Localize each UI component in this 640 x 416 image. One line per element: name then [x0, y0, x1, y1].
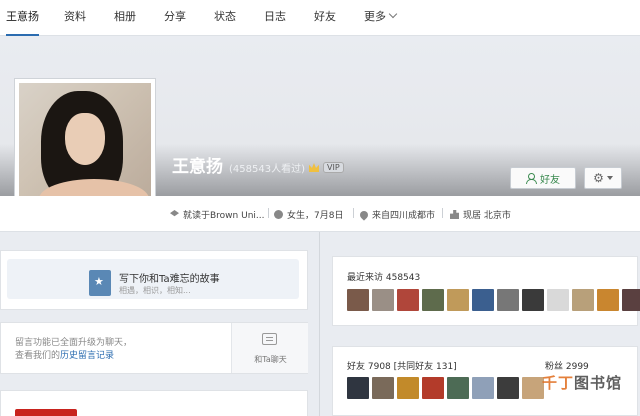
story-card: 写下你和Ta难忘的故事 相遇，相识，相知...: [0, 250, 308, 310]
visitor-avatar[interactable]: [522, 289, 544, 311]
message-history-line: 查看我们的历史留言记录: [15, 348, 114, 361]
nav-tab-more[interactable]: 更多: [364, 0, 398, 36]
message-card: 留言功能已全面升级为聊天， 查看我们的历史留言记录 和Ta聊天: [0, 322, 308, 374]
visitor-avatar[interactable]: [397, 289, 419, 311]
feed-thumbnail[interactable]: [15, 409, 77, 416]
recent-visitors-title[interactable]: 最近来访 458543: [347, 270, 420, 283]
info-school: 就读于Brown Uni...: [170, 208, 264, 221]
graduation-cap-icon: [170, 210, 179, 217]
feed-card: [0, 390, 308, 416]
friend-avatar[interactable]: [372, 377, 394, 399]
friend-button-label: 好友: [540, 174, 560, 186]
friend-avatar[interactable]: [397, 377, 419, 399]
info-school-text: 就读于Brown Uni...: [183, 211, 265, 221]
profile-name: 王意扬: [172, 157, 223, 177]
visitor-avatar[interactable]: [472, 289, 494, 311]
profile-info-bar: 就读于Brown Uni... 女生，7月8日 来自四川成都市 现居 北京市: [0, 196, 640, 232]
recent-visitors-list: [347, 289, 640, 311]
location-pin-icon: [358, 208, 370, 221]
building-icon: [450, 210, 459, 219]
friend-button[interactable]: 好友: [510, 167, 576, 189]
visitor-avatar[interactable]: [622, 289, 640, 311]
friend-avatar[interactable]: [422, 377, 444, 399]
story-title: 写下你和Ta难忘的故事: [119, 274, 220, 285]
chat-button[interactable]: 和Ta聊天: [231, 323, 308, 373]
info-current-city: 现居 北京市: [450, 208, 511, 221]
nav-tab-share[interactable]: 分享: [164, 0, 186, 36]
person-icon: [526, 173, 537, 184]
chat-icon: [262, 333, 277, 345]
visitor-avatar[interactable]: [447, 289, 469, 311]
info-hometown-text: 来自四川成都市: [372, 211, 436, 221]
visitor-avatar[interactable]: [572, 289, 594, 311]
profile-name-row: 王意扬 (458543人看过) VIP: [172, 152, 344, 177]
visitor-avatar[interactable]: [497, 289, 519, 311]
visitor-avatar[interactable]: [597, 289, 619, 311]
nav-tab-albums[interactable]: 相册: [114, 0, 136, 36]
chevron-down-icon: [388, 9, 398, 19]
caret-down-icon: [606, 176, 613, 180]
message-history-link[interactable]: 历史留言记录: [60, 351, 114, 361]
story-book-icon: [89, 270, 111, 296]
friends-list: [347, 377, 544, 399]
top-nav: 王意扬 资料 相册 分享 状态 日志 好友 更多: [0, 0, 640, 36]
nav-tab-status[interactable]: 状态: [214, 0, 236, 36]
visitor-avatar[interactable]: [422, 289, 444, 311]
friends-title[interactable]: 好友 7908 [共同好友 131]: [347, 359, 457, 372]
crown-icon: [308, 163, 319, 172]
info-hometown: 来自四川成都市: [358, 208, 436, 221]
timeline-divider: [319, 232, 320, 416]
info-gender-birthday: 女生，7月8日: [274, 208, 343, 221]
gear-icon: ⚙: [593, 171, 604, 185]
nav-tab-profile[interactable]: 资料: [64, 0, 86, 36]
friend-avatar[interactable]: [497, 377, 519, 399]
fans-title[interactable]: 粉丝 2999: [545, 359, 589, 372]
story-prompt[interactable]: 写下你和Ta难忘的故事 相遇，相识，相知...: [7, 259, 299, 299]
info-gender-text: 女生，7月8日: [287, 211, 344, 221]
visitor-avatar[interactable]: [347, 289, 369, 311]
visitor-avatar[interactable]: [547, 289, 569, 311]
visitor-avatar[interactable]: [372, 289, 394, 311]
friend-avatar[interactable]: [522, 377, 544, 399]
nav-tab-blog[interactable]: 日志: [264, 0, 286, 36]
watermark-part1: 千丁: [542, 374, 575, 392]
avatar-photo: [19, 83, 151, 213]
info-city-text: 现居 北京市: [463, 211, 511, 221]
nav-more-label: 更多: [364, 10, 386, 23]
watermark: 千丁图书馆: [542, 372, 622, 393]
friend-avatar[interactable]: [347, 377, 369, 399]
message-history-prefix: 查看我们的: [15, 351, 61, 361]
friend-avatar[interactable]: [447, 377, 469, 399]
story-subtitle: 相遇，相识，相知...: [119, 286, 191, 295]
view-count: (458543人看过): [229, 164, 305, 175]
settings-menu-button[interactable]: ⚙: [584, 167, 622, 189]
person-icon: [274, 210, 283, 219]
vip-badge[interactable]: VIP: [322, 162, 344, 173]
recent-visitors-card: 最近来访 458543: [332, 256, 640, 326]
nav-tab-home[interactable]: 王意扬: [6, 0, 39, 36]
message-notice: 留言功能已全面升级为聊天，: [15, 338, 133, 348]
friend-avatar[interactable]: [472, 377, 494, 399]
nav-tab-friends[interactable]: 好友: [314, 0, 336, 36]
chat-label: 和Ta聊天: [254, 355, 287, 364]
watermark-part2: 图书馆: [574, 374, 623, 392]
